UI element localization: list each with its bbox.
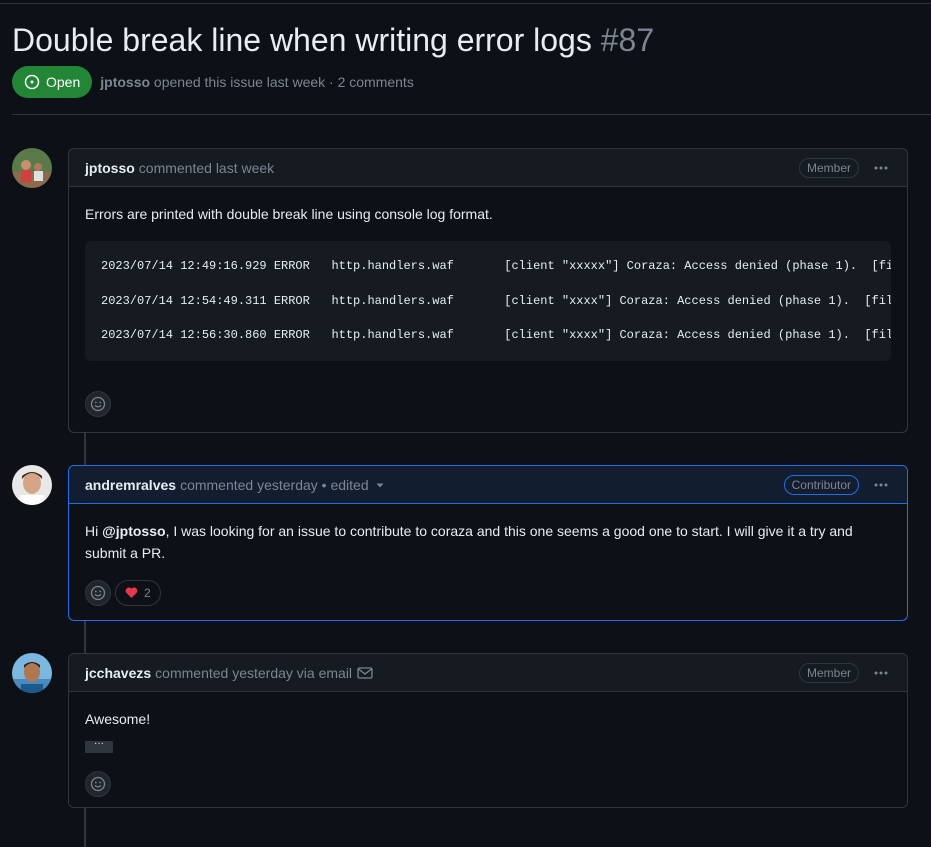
comment-body: Awesome! ···	[69, 692, 907, 765]
comment-meta: commented yesterday • edited	[180, 476, 369, 493]
smiley-icon	[90, 396, 106, 411]
timeline-connector	[84, 621, 86, 654]
timeline-connector	[84, 433, 86, 466]
issue-meta-text: jptosso opened this issue last week · 2 …	[100, 74, 414, 90]
comment-card: andremralves commented yesterday • edite…	[68, 465, 908, 621]
code-line: 2023/07/14 12:56:30.860 ERROR http.handl…	[101, 328, 891, 342]
show-hidden-text-button[interactable]: ···	[85, 739, 113, 753]
avatar[interactable]	[12, 148, 52, 188]
comment-body: Errors are printed with double break lin…	[69, 187, 907, 377]
comment-header: jcchavezs commented yesterday via email …	[69, 654, 907, 692]
reaction-count: 2	[144, 586, 151, 600]
reactions-row	[69, 377, 907, 433]
code-block: 2023/07/14 12:49:16.929 ERROR http.handl…	[85, 241, 891, 361]
comment-meta: commented last week	[138, 159, 275, 176]
heart-reaction-button[interactable]: 2	[115, 580, 161, 606]
comment-card: jptosso commented last week Member Error…	[68, 148, 908, 433]
smiley-icon	[90, 776, 106, 792]
comment-header: andremralves commented yesterday • edite…	[69, 466, 907, 504]
comment-text: Awesome!	[85, 711, 151, 727]
comment-author-link[interactable]: andremralves	[85, 477, 176, 493]
comment-author-link[interactable]: jptosso	[85, 160, 135, 176]
comment-header: jptosso commented last week Member	[69, 149, 907, 187]
heart-icon	[125, 587, 138, 598]
issue-opened-text: opened this issue last week · 2 comments	[153, 74, 414, 90]
code-line: 2023/07/14 12:49:16.929 ERROR http.handl…	[101, 259, 891, 273]
reactions-row: 2	[69, 580, 907, 622]
kebab-horizontal-icon[interactable]	[871, 663, 891, 683]
issue-state-label: Open	[46, 74, 81, 90]
smiley-icon	[90, 585, 106, 601]
user-mention-link[interactable]: @jptosso	[102, 523, 165, 539]
timeline-connector	[84, 808, 86, 847]
kebab-horizontal-icon[interactable]	[871, 475, 891, 495]
role-badge: Member	[798, 662, 859, 683]
comment-text-suffix: , I was looking for an issue to contribu…	[85, 523, 853, 561]
issue-state-badge: Open	[12, 66, 93, 98]
reactions-row	[69, 765, 907, 813]
comment-text-prefix: Hi	[85, 523, 103, 539]
add-reaction-button[interactable]	[85, 771, 111, 797]
add-reaction-button[interactable]	[85, 390, 111, 417]
avatar[interactable]	[12, 465, 52, 505]
issue-meta: Open jptosso opened this issue last week…	[12, 66, 414, 98]
comment-card: jcchavezs commented yesterday via email …	[68, 653, 908, 808]
triangle-down-icon[interactable]	[375, 480, 385, 490]
issue-number: #87	[600, 22, 655, 58]
comment-author-link[interactable]: jcchavezs	[85, 665, 151, 681]
header-divider	[12, 114, 931, 115]
avatar[interactable]	[12, 653, 52, 693]
issue-author-link[interactable]: jptosso	[100, 74, 150, 90]
comment-text: Errors are printed with double break lin…	[85, 206, 493, 222]
role-badge: Contributor	[783, 474, 859, 495]
code-line: 2023/07/14 12:54:49.311 ERROR http.handl…	[101, 293, 891, 308]
issue-title: Double break line when writing error log…	[12, 20, 654, 60]
add-reaction-button[interactable]	[85, 580, 111, 606]
comment-text: Hi @jptosso, I was looking for an issue …	[85, 520, 891, 564]
mail-icon	[357, 666, 373, 680]
issue-title-text: Double break line when writing error log…	[12, 22, 592, 58]
kebab-horizontal-icon[interactable]	[871, 158, 891, 178]
role-badge: Member	[798, 157, 859, 178]
comment-body: Hi @jptosso, I was looking for an issue …	[69, 504, 907, 580]
top-border	[0, 0, 931, 4]
issue-opened-icon	[24, 74, 40, 90]
comment-meta: commented yesterday via email	[155, 664, 353, 681]
